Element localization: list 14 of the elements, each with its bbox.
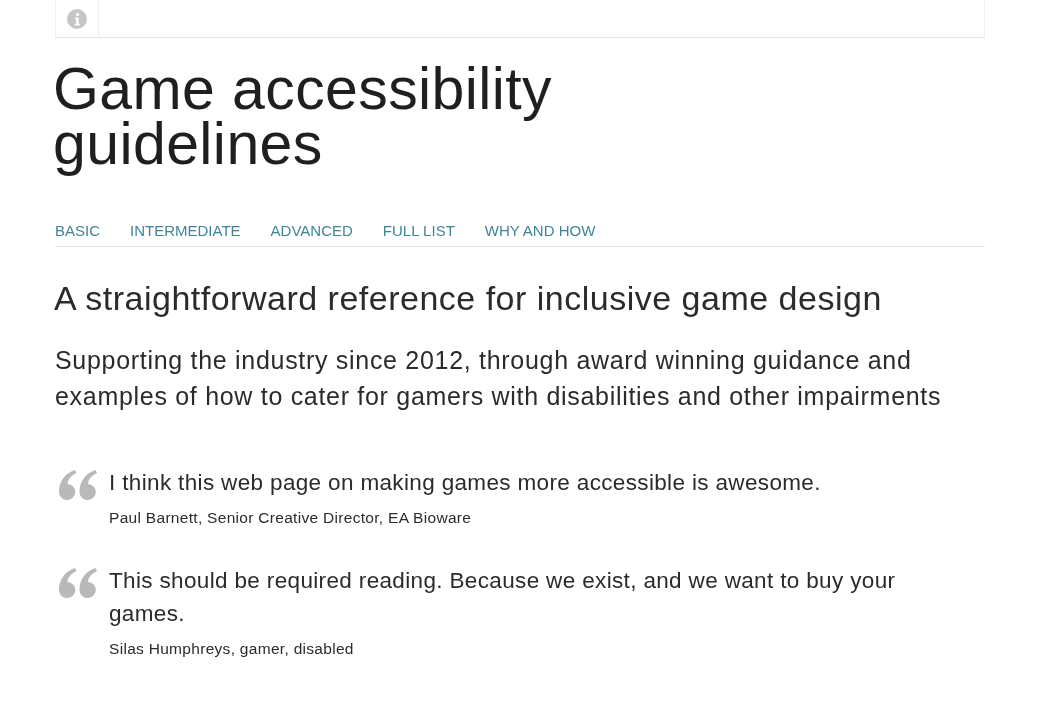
- intro-text: Supporting the industry since 2012, through award winning guidance and examples of how to cater for gamers with disabilities and other impairments: [55, 345, 943, 412]
- nav-link[interactable]: FULL LIST: [382, 222, 455, 240]
- nav-link[interactable]: ADVANCED: [270, 222, 353, 240]
- quote-mark-icon: [59, 568, 97, 598]
- quote-text: I think this web page on making games more accessible is awesome.: [109, 469, 821, 497]
- nav-link[interactable]: WHY AND HOW: [484, 222, 596, 240]
- info-icon[interactable]: [67, 8, 87, 29]
- quote-attribution: Paul Barnett, Senior Creative Director, EA Bioware: [109, 508, 473, 528]
- quote-attribution: Silas Humphreys, gamer, disabled: [109, 639, 355, 659]
- nav-link[interactable]: BASIC: [55, 222, 100, 240]
- nav-link[interactable]: INTERMEDIATE: [130, 222, 241, 240]
- quote-text: This should be required reading. Because we exist, and we want to buy your games.: [109, 567, 897, 628]
- tagline: A straightforward reference for inclusive game design: [54, 278, 883, 318]
- quote-mark-icon: [59, 470, 97, 500]
